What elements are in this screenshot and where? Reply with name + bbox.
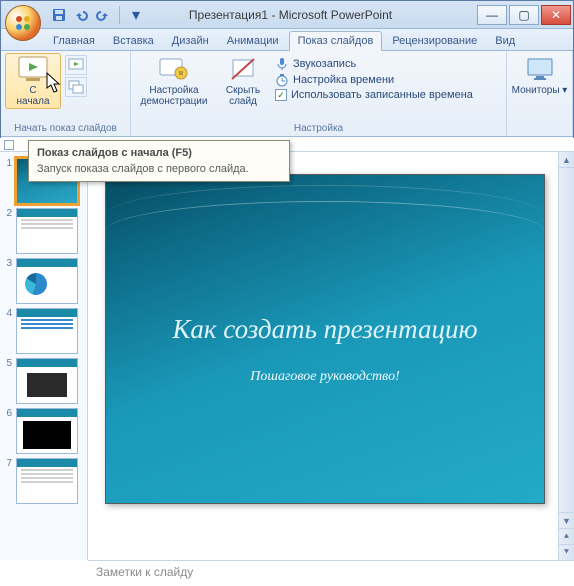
title-bar: ▾ Презентация1 - Microsoft PowerPoint — … [1, 1, 573, 29]
hide-slide-label: Скрыть слайд [226, 85, 260, 107]
group-settings: Настройка демонстрации Скрыть слайд Звук… [131, 51, 507, 136]
ribbon: С начала Начать показ слайдов Настройка … [1, 51, 573, 137]
group-monitors-title [511, 133, 568, 136]
hide-slide-button[interactable]: Скрыть слайд [217, 53, 269, 109]
maximize-button[interactable]: ▢ [509, 5, 539, 25]
from-beginning-label: С начала [16, 85, 49, 107]
notes-pane[interactable]: Заметки к слайду [88, 560, 574, 586]
slide-thumbnails-panel[interactable]: 1 2 3 4 5 6 7 [0, 152, 88, 560]
play-screen-icon [17, 55, 49, 83]
tab-animations[interactable]: Анимации [219, 32, 287, 50]
group-start-slideshow: С начала Начать показ слайдов [1, 51, 131, 136]
use-timings-label: Использовать записанные времена [291, 89, 473, 101]
use-timings-checkbox[interactable]: ✓ Использовать записанные времена [275, 89, 473, 101]
monitor-icon [524, 55, 556, 83]
tab-review[interactable]: Рецензирование [384, 32, 485, 50]
tooltip: Показ слайдов с начала (F5) Запуск показ… [28, 140, 290, 182]
group-monitors: Мониторы ▾ [507, 51, 573, 136]
scroll-down-icon[interactable]: ▼ [559, 512, 574, 528]
thumbnail-4[interactable] [16, 308, 78, 354]
redo-icon[interactable] [95, 7, 111, 23]
tab-insert[interactable]: Вставка [105, 32, 162, 50]
record-narration-label: Звукозапись [293, 58, 356, 70]
record-narration-button[interactable]: Звукозапись [275, 57, 473, 71]
thumbnail-6[interactable] [16, 408, 78, 454]
scroll-up-icon[interactable]: ▲ [559, 152, 574, 168]
monitors-label: Мониторы ▾ [512, 85, 568, 96]
custom-show-button[interactable] [65, 77, 87, 97]
quick-access-toolbar: ▾ [51, 6, 144, 24]
next-slide-icon[interactable]: ⯆ [559, 544, 574, 560]
rehearse-timings-label: Настройка времени [293, 74, 394, 86]
save-icon[interactable] [51, 7, 67, 23]
office-button[interactable] [5, 5, 41, 41]
setup-show-label: Настройка демонстрации [141, 85, 208, 107]
qat-customize-icon[interactable]: ▾ [128, 7, 144, 23]
thumbnail-2[interactable] [16, 208, 78, 254]
group-start-title: Начать показ слайдов [5, 122, 126, 136]
tooltip-title: Показ слайдов с начала (F5) [37, 147, 281, 159]
ribbon-tabs: Главная Вставка Дизайн Анимации Показ сл… [1, 29, 573, 51]
tab-slideshow[interactable]: Показ слайдов [289, 31, 383, 51]
clock-icon [275, 73, 289, 87]
setup-show-icon [158, 55, 190, 83]
checkbox-icon: ✓ [275, 89, 287, 101]
microphone-icon [275, 57, 289, 71]
tooltip-body: Запуск показа слайдов с первого слайда. [37, 163, 281, 175]
from-current-button[interactable] [65, 55, 87, 75]
slides-tab-icon[interactable] [4, 140, 14, 150]
tab-design[interactable]: Дизайн [164, 32, 217, 50]
tab-view[interactable]: Вид [487, 32, 523, 50]
close-button[interactable]: ✕ [541, 5, 571, 25]
setup-show-button[interactable]: Настройка демонстрации [135, 53, 213, 109]
minimize-button[interactable]: — [477, 5, 507, 25]
monitors-button[interactable]: Мониторы ▾ [512, 53, 568, 98]
slide-title[interactable]: Как создать презентацию [152, 314, 497, 345]
undo-icon[interactable] [73, 7, 89, 23]
thumbnail-5[interactable] [16, 358, 78, 404]
window-title: Презентация1 - Microsoft PowerPoint [144, 8, 477, 22]
tab-home[interactable]: Главная [45, 32, 103, 50]
group-settings-title: Настройка [135, 122, 502, 136]
slide-subtitle[interactable]: Пошаговое руководство! [250, 369, 399, 385]
vertical-scrollbar[interactable]: ▲ ▼ ⯅ ⯆ [558, 152, 574, 560]
rehearse-timings-button[interactable]: Настройка времени [275, 73, 473, 87]
thumbnail-7[interactable] [16, 458, 78, 504]
workspace: 1 2 3 4 5 6 7 Как создать презентацию По… [0, 138, 574, 586]
thumbnail-3[interactable] [16, 258, 78, 304]
prev-slide-icon[interactable]: ⯅ [559, 528, 574, 544]
hide-slide-icon [227, 55, 259, 83]
current-slide[interactable]: Как создать презентацию Пошаговое руково… [105, 174, 545, 504]
from-beginning-button[interactable]: С начала [5, 53, 61, 109]
slide-editor[interactable]: Как создать презентацию Пошаговое руково… [88, 152, 558, 560]
